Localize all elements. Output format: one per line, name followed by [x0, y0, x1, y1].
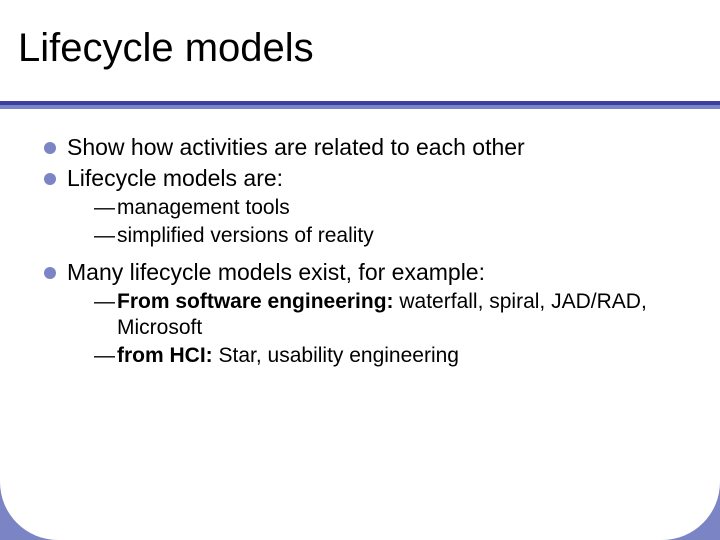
sub-bullet-list: — management tools — simplified versions…	[94, 195, 680, 248]
content-body: Show how activities are related to each …	[44, 133, 680, 378]
sub-bullet-list: — From software engineering: waterfall, …	[94, 289, 680, 368]
bullet-disc-icon	[44, 173, 56, 185]
sub-bullet-text: from HCI: Star, usability engineering	[117, 343, 680, 369]
bullet-text: Many lifecycle models exist, for example…	[67, 258, 680, 286]
bullet-text: Show how activities are related to each …	[67, 133, 680, 161]
sub-bullet-text: management tools	[117, 195, 680, 221]
bullet-text: Lifecycle models are:	[67, 164, 680, 192]
bullet-disc-icon	[44, 267, 56, 279]
sub-bullet-item: — from HCI: Star, usability engineering	[94, 343, 680, 369]
bullet-item: Lifecycle models are:	[44, 164, 680, 192]
em-dash-icon: —	[94, 289, 115, 314]
sub-bullet-item: — From software engineering: waterfall, …	[94, 289, 680, 340]
em-dash-icon: —	[94, 223, 115, 248]
content-frame: Show how activities are related to each …	[0, 109, 720, 540]
bullet-item: Many lifecycle models exist, for example…	[44, 258, 680, 286]
sub-bullet-item: — management tools	[94, 195, 680, 221]
bullet-disc-icon	[44, 142, 56, 154]
sub-bullet-text: From software engineering: waterfall, sp…	[117, 289, 680, 340]
em-dash-icon: —	[94, 343, 115, 368]
sub-bullet-bold: From software engineering:	[117, 290, 394, 313]
slide-title: Lifecycle models	[18, 26, 314, 71]
em-dash-icon: —	[94, 195, 115, 220]
title-bar: Lifecycle models	[0, 0, 720, 105]
sub-bullet-text: simplified versions of reality	[117, 223, 680, 249]
sub-bullet-bold: from HCI:	[117, 344, 213, 367]
bullet-item: Show how activities are related to each …	[44, 133, 680, 161]
sub-bullet-rest: Star, usability engineering	[213, 344, 459, 367]
sub-bullet-item: — simplified versions of reality	[94, 223, 680, 249]
